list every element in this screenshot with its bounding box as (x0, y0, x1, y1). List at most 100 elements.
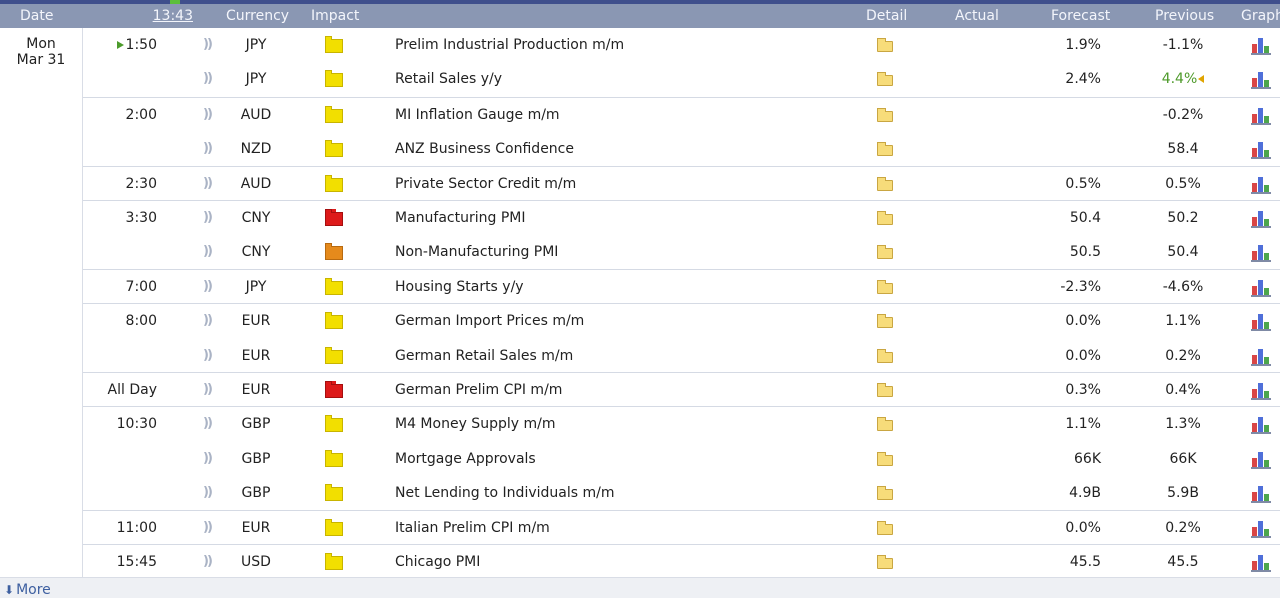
event-title[interactable]: Chicago PMI (395, 545, 480, 579)
current-event-icon (116, 41, 124, 49)
bar-chart-icon[interactable] (1251, 348, 1271, 366)
bar-chart-icon[interactable] (1251, 554, 1271, 572)
event-title[interactable]: German Import Prices m/m (395, 304, 584, 338)
bar-chart-icon[interactable] (1251, 37, 1271, 55)
detail-folder-icon[interactable] (877, 245, 893, 260)
detail-folder-icon[interactable] (877, 348, 893, 363)
event-row[interactable]: )) GBP Net Lending to Individuals m/m 4.9B 5… (83, 476, 1280, 510)
event-title[interactable]: Prelim Industrial Production m/m (395, 28, 624, 62)
event-title[interactable]: MI Inflation Gauge m/m (395, 98, 560, 132)
detail-folder-icon[interactable] (877, 451, 893, 466)
event-row[interactable]: 2:00)) AUD MI Inflation Gauge m/m -0.2% (83, 98, 1280, 132)
currency-code: EUR (241, 347, 271, 364)
bar-chart-icon[interactable] (1251, 485, 1271, 504)
sound-alert-icon[interactable]: )) (200, 62, 214, 96)
event-title[interactable]: Net Lending to Individuals m/m (395, 476, 614, 510)
impact-folder-icon (325, 36, 343, 53)
detail-folder-icon[interactable] (877, 279, 893, 294)
detail-folder-icon[interactable] (877, 176, 893, 191)
more-link[interactable]: ⬇ More (4, 582, 51, 598)
event-title[interactable]: ANZ Business Confidence (395, 132, 574, 166)
event-title[interactable]: Italian Prelim CPI m/m (395, 511, 550, 545)
detail-folder-icon[interactable] (877, 211, 893, 225)
detail-folder-icon[interactable] (877, 520, 893, 535)
event-title[interactable]: Housing Starts y/y (395, 270, 524, 304)
detail-folder-icon[interactable] (877, 107, 893, 122)
sound-alert-icon[interactable]: )) (200, 270, 214, 304)
sound-alert-icon[interactable]: )) (200, 511, 214, 545)
header-currency[interactable]: Currency (226, 4, 289, 28)
sound-alert-icon[interactable]: )) (200, 407, 214, 441)
event-row[interactable]: 1:50)) JPY Prelim Industrial Production m/… (83, 28, 1280, 62)
bar-chart-icon[interactable] (1251, 382, 1271, 400)
bar-chart-icon[interactable] (1251, 520, 1271, 538)
event-title[interactable]: M4 Money Supply m/m (395, 407, 555, 441)
sound-alert-icon[interactable]: )) (200, 339, 214, 373)
previous-value-text: -1.1% (1162, 37, 1204, 53)
bar-chart-icon[interactable] (1251, 279, 1271, 297)
event-row[interactable]: 8:00)) EUR German Import Prices m/m 0.0% 1.1… (83, 304, 1280, 338)
event-time-label: 10:30 (116, 416, 157, 433)
sound-alert-icon[interactable]: )) (200, 167, 214, 201)
detail-folder-icon[interactable] (877, 417, 893, 432)
bar-chart-icon[interactable] (1251, 107, 1271, 125)
sound-alert-icon[interactable]: )) (200, 304, 214, 338)
detail-folder-icon[interactable] (877, 383, 893, 397)
sound-alert-icon[interactable]: )) (200, 201, 214, 235)
detail-folder-icon[interactable] (877, 142, 893, 157)
bar-chart-icon[interactable] (1251, 210, 1271, 228)
sound-alert-icon[interactable]: )) (200, 28, 214, 62)
previous-value: 0.4% (1143, 373, 1223, 407)
event-title[interactable]: German Retail Sales m/m (395, 339, 573, 373)
bar-chart-icon[interactable] (1251, 71, 1271, 90)
currency-code: USD (241, 554, 271, 570)
bar-chart-icon[interactable] (1251, 451, 1271, 469)
sound-alert-icon[interactable]: )) (200, 373, 214, 407)
bar-chart-icon[interactable] (1251, 176, 1271, 194)
event-row[interactable]: 10:30)) GBP M4 Money Supply m/m 1.1% 1.3% (83, 407, 1280, 441)
sound-alert-icon[interactable]: )) (200, 235, 214, 269)
bar-chart-icon[interactable] (1251, 416, 1271, 435)
currency-code: EUR (241, 382, 271, 398)
previous-value-text: -4.6% (1162, 278, 1204, 295)
header-date[interactable]: Date (20, 4, 53, 28)
detail-folder-icon[interactable] (877, 314, 893, 329)
event-row[interactable]: 7:00)) JPY Housing Starts y/y -2.3% -4.6% (83, 270, 1280, 304)
detail-folder-icon[interactable] (877, 486, 893, 501)
event-row[interactable]: 11:00)) EUR Italian Prelim CPI m/m 0.0% 0.2% (83, 511, 1280, 545)
event-row[interactable]: )) EUR German Retail Sales m/m 0.0% 0.2% (83, 339, 1280, 373)
detail-folder-icon[interactable] (877, 38, 893, 52)
currency-code: CNY (241, 210, 271, 226)
event-row[interactable]: )) CNY Non-Manufacturing PMI 50.5 50.4 (83, 235, 1280, 269)
event-row[interactable]: All Day)) EUR German Prelim CPI m/m 0.3% 0.4… (83, 373, 1280, 407)
event-title[interactable]: Non-Manufacturing PMI (395, 235, 558, 269)
previous-value: 0.2% (1143, 339, 1223, 373)
event-row[interactable]: 2:30)) AUD Private Sector Credit m/m 0.5% 0.… (83, 167, 1280, 201)
header-current-time[interactable]: 13:43 (119, 4, 193, 28)
sound-alert-icon[interactable]: )) (200, 132, 214, 166)
header-impact[interactable]: Impact (311, 4, 359, 28)
event-title[interactable]: German Prelim CPI m/m (395, 373, 562, 407)
sound-alert-icon[interactable]: )) (200, 98, 214, 132)
event-title[interactable]: Private Sector Credit m/m (395, 167, 576, 201)
event-row[interactable]: )) GBP Mortgage Approvals 66K 66K (83, 442, 1280, 476)
event-title[interactable]: Mortgage Approvals (395, 442, 536, 476)
bar-chart-icon[interactable] (1251, 141, 1271, 160)
revised-indicator-icon[interactable] (1198, 75, 1205, 84)
sound-alert-icon[interactable]: )) (200, 476, 214, 510)
bar-chart-icon[interactable] (1251, 244, 1271, 263)
previous-value: 50.4 (1143, 235, 1223, 269)
bar-chart-icon[interactable] (1251, 313, 1271, 332)
event-row[interactable]: )) NZD ANZ Business Confidence 58.4 (83, 132, 1280, 166)
day-cell: Mon Mar 31 (0, 28, 83, 577)
sound-alert-icon[interactable]: )) (200, 442, 214, 476)
event-row[interactable]: )) JPY Retail Sales y/y 2.4% 4.4% (83, 62, 1280, 96)
event-title[interactable]: Manufacturing PMI (395, 201, 525, 235)
event-title[interactable]: Retail Sales y/y (395, 62, 502, 96)
previous-value-text: 5.9B (1167, 485, 1199, 502)
event-row[interactable]: 3:30)) CNY Manufacturing PMI 50.4 50.2 (83, 201, 1280, 235)
detail-folder-icon[interactable] (877, 72, 893, 87)
sound-alert-icon[interactable]: )) (200, 545, 214, 579)
event-row[interactable]: 15:45)) USD Chicago PMI 45.5 45.5 (83, 545, 1280, 579)
detail-folder-icon[interactable] (877, 555, 893, 569)
